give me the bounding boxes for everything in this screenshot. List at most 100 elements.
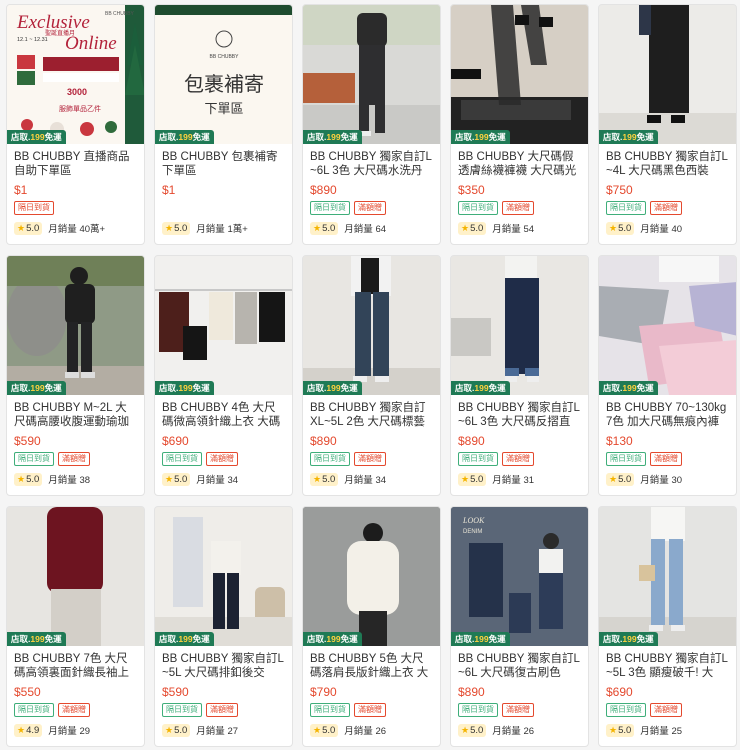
star-icon: ★ bbox=[17, 222, 26, 233]
product-tags: 隔日到貨 滿額贈 bbox=[458, 703, 581, 717]
monthly-sales: 月銷量 40 bbox=[640, 224, 683, 235]
product-card[interactable]: 店取.199免運 BB CHUBBY M~2L 大尺碼高腰收腹運動瑜珈褲 大尺.… bbox=[6, 255, 145, 496]
tag-next-day: 隔日到貨 bbox=[458, 452, 498, 466]
product-image[interactable]: 店取.199免運 bbox=[7, 507, 144, 646]
shipping-badge: 店取.199免運 bbox=[599, 632, 658, 646]
monthly-sales: 月銷量 30 bbox=[640, 475, 683, 486]
product-image[interactable]: Exclusive Online BB CHUBBY 12.1 ~ 12.31 … bbox=[7, 5, 144, 144]
product-card[interactable]: 店取.199免運 BB CHUBBY 獨家自訂L~5L 大尺碼排釦後交叉... … bbox=[154, 506, 293, 747]
product-card[interactable]: 店取.199免運 BB CHUBBY 4色 大尺碼微高領針織上衣 大碼針織上..… bbox=[154, 255, 293, 496]
tag-next-day: 隔日到貨 bbox=[458, 201, 498, 215]
banner-dates: 12.1 ~ 12.31 bbox=[17, 37, 48, 43]
shipping-badge: 店取.199免運 bbox=[7, 130, 66, 144]
product-title[interactable]: BB CHUBBY 4色 大尺碼微高領針織上衣 大碼針織上... bbox=[162, 401, 285, 429]
tag-next-day: 隔日到貨 bbox=[606, 201, 646, 215]
product-title[interactable]: BB CHUBBY 獨家自訂XL~5L 2色 大尺碼標藝牛... bbox=[310, 401, 433, 429]
product-image[interactable]: 店取.199免運 bbox=[599, 256, 736, 395]
product-card[interactable]: BB CHUBBY 包裹補寄 下單區 店取.199免運 BB CHUBBY 包裹… bbox=[154, 4, 293, 245]
tag-next-day: 隔日到貨 bbox=[162, 703, 202, 717]
product-image[interactable]: 店取.199免運 bbox=[599, 507, 736, 646]
banner-brand: BB CHUBBY bbox=[210, 54, 240, 60]
product-image[interactable]: 店取.199免運 bbox=[155, 507, 292, 646]
monthly-sales: 月銷量 38 bbox=[48, 475, 91, 486]
product-title[interactable]: BB CHUBBY 獨家自訂L~5L 3色 顯瘦破千! 大尺... bbox=[606, 652, 729, 680]
rating-badge: ★ 5.0 bbox=[162, 723, 191, 737]
product-price: $690 bbox=[162, 434, 189, 448]
product-card[interactable]: 店取.199免運 BB CHUBBY 獨家自訂L~4L 大尺碼黑色西裝長... … bbox=[598, 4, 737, 245]
shipping-badge: 店取.199免運 bbox=[599, 381, 658, 395]
product-price: $1 bbox=[14, 183, 28, 197]
product-image[interactable]: 店取.199免運 bbox=[451, 256, 588, 395]
product-card[interactable]: 店取.199免運 BB CHUBBY 獨家自訂XL~5L 2色 大尺碼標藝牛..… bbox=[302, 255, 441, 496]
tag-next-day: 隔日到貨 bbox=[606, 452, 646, 466]
shipping-badge: 店取.199免運 bbox=[451, 381, 510, 395]
shipping-badge: 店取.199免運 bbox=[599, 130, 658, 144]
tag-gift: 滿額贈 bbox=[58, 452, 90, 466]
product-title[interactable]: BB CHUBBY 獨家自訂L~6L 3色 大尺碼水洗丹寧... bbox=[310, 150, 433, 178]
product-tags: 隔日到貨 滿額贈 bbox=[310, 452, 433, 466]
product-image[interactable]: 店取.199免運 bbox=[303, 5, 440, 144]
product-card[interactable]: 店取.199免運 BB CHUBBY 獨家自訂L~6L 3色 大尺碼水洗丹寧..… bbox=[302, 4, 441, 245]
tag-next-day: 隔日到貨 bbox=[310, 452, 350, 466]
shipping-badge: 店取.199免運 bbox=[7, 632, 66, 646]
monthly-sales: 月銷量 25 bbox=[640, 726, 683, 737]
product-tags: 隔日到貨 滿額贈 bbox=[162, 452, 285, 466]
product-title[interactable]: BB CHUBBY 包裹補寄下單區 bbox=[162, 150, 285, 178]
product-price: $590 bbox=[14, 434, 41, 448]
tag-gift: 滿額贈 bbox=[354, 452, 386, 466]
product-card[interactable]: 店取.199免運 BB CHUBBY 大尺碼假透膚絲襪褲襪 大尺碼光腿神器...… bbox=[450, 4, 589, 245]
product-tags: 隔日到貨 滿額贈 bbox=[14, 703, 137, 717]
banner-line1: 聖誕直播月 bbox=[45, 29, 75, 37]
shipping-badge: 店取.199免運 bbox=[451, 130, 510, 144]
product-title[interactable]: BB CHUBBY 5色 大尺碼落肩長版針織上衣 大尺碼寬... bbox=[310, 652, 433, 680]
product-card[interactable]: 店取.199免運 BB CHUBBY 7色 大尺碼高領裏面針織長袖上衣 中大..… bbox=[6, 506, 145, 747]
product-title[interactable]: BB CHUBBY 獨家自訂L~6L 大尺碼復古刷色闊... bbox=[458, 652, 581, 680]
product-tags: 隔日到貨 滿額贈 bbox=[14, 452, 137, 466]
product-image[interactable]: 店取.199免運 bbox=[155, 256, 292, 395]
tag-gift: 滿額贈 bbox=[502, 452, 534, 466]
product-title[interactable]: BB CHUBBY 獨家自訂L~5L 大尺碼排釦後交叉... bbox=[162, 652, 285, 680]
product-card[interactable]: 店取.199免運 BB CHUBBY 獨家自訂L~6L 3色 大尺碼反摺直筒..… bbox=[450, 255, 589, 496]
product-grid: Exclusive Online BB CHUBBY 12.1 ~ 12.31 … bbox=[6, 4, 737, 747]
product-image[interactable]: 店取.199免運 bbox=[303, 507, 440, 646]
product-image[interactable]: LOOK DENIM 店取.199免運 bbox=[451, 507, 588, 646]
tag-gift: 滿額贈 bbox=[650, 452, 682, 466]
shipping-badge: 店取.199免運 bbox=[155, 130, 214, 144]
product-price: $550 bbox=[14, 685, 41, 699]
product-title[interactable]: BB CHUBBY 大尺碼假透膚絲襪褲襪 大尺碼光腿神器... bbox=[458, 150, 581, 178]
banner-sub: DENIM bbox=[463, 529, 482, 535]
star-icon: ★ bbox=[461, 222, 470, 233]
tag-gift: 滿額贈 bbox=[502, 201, 534, 215]
shipping-badge: 店取.199免運 bbox=[7, 381, 66, 395]
rating-badge: ★ 5.0 bbox=[458, 472, 487, 486]
product-image[interactable]: 店取.199免運 bbox=[303, 256, 440, 395]
product-tags: 隔日到貨 滿額贈 bbox=[606, 703, 729, 717]
product-image[interactable]: 店取.199免運 bbox=[7, 256, 144, 395]
product-image[interactable]: 店取.199免運 bbox=[599, 5, 736, 144]
product-price: $790 bbox=[310, 685, 337, 699]
product-card[interactable]: Exclusive Online BB CHUBBY 12.1 ~ 12.31 … bbox=[6, 4, 145, 245]
product-title[interactable]: BB CHUBBY 直播商品自助下單區 bbox=[14, 150, 137, 178]
product-title[interactable]: BB CHUBBY 70~130kg 7色 加大尺碼無痕內褲 大尺碼... bbox=[606, 401, 729, 429]
star-icon: ★ bbox=[17, 724, 26, 735]
product-card[interactable]: LOOK DENIM 店取.199免運 BB CHUBBY 獨家自訂L~6L 大… bbox=[450, 506, 589, 747]
product-tags: 隔日到貨 滿額贈 bbox=[310, 703, 433, 717]
product-card[interactable]: 店取.199免運 BB CHUBBY 獨家自訂L~5L 3色 顯瘦破千! 大尺.… bbox=[598, 506, 737, 747]
shipping-badge: 店取.199免運 bbox=[303, 381, 362, 395]
tag-gift: 滿額贈 bbox=[354, 703, 386, 717]
tag-gift: 滿額贈 bbox=[58, 703, 90, 717]
product-title[interactable]: BB CHUBBY 7色 大尺碼高領裏面針織長袖上衣 中大... bbox=[14, 652, 137, 680]
product-title[interactable]: BB CHUBBY 獨家自訂L~4L 大尺碼黑色西裝長... bbox=[606, 150, 729, 178]
rating-badge: ★ 5.0 bbox=[606, 221, 635, 235]
product-price: $690 bbox=[606, 685, 633, 699]
product-card[interactable]: 店取.199免運 BB CHUBBY 70~130kg 7色 加大尺碼無痕內褲 … bbox=[598, 255, 737, 496]
product-image[interactable]: 店取.199免運 bbox=[451, 5, 588, 144]
banner-amount: 3000 bbox=[67, 87, 87, 97]
tag-next-day: 隔日到貨 bbox=[14, 452, 54, 466]
monthly-sales: 月銷量 29 bbox=[48, 726, 91, 737]
product-card[interactable]: 店取.199免運 BB CHUBBY 5色 大尺碼落肩長版針織上衣 大尺碼寬..… bbox=[302, 506, 441, 747]
tag-next-day: 隔日到貨 bbox=[14, 703, 54, 717]
product-title[interactable]: BB CHUBBY 獨家自訂L~6L 3色 大尺碼反摺直筒... bbox=[458, 401, 581, 429]
product-image[interactable]: BB CHUBBY 包裹補寄 下單區 店取.199免運 bbox=[155, 5, 292, 144]
product-title[interactable]: BB CHUBBY M~2L 大尺碼高腰收腹運動瑜珈褲 大尺... bbox=[14, 401, 137, 429]
